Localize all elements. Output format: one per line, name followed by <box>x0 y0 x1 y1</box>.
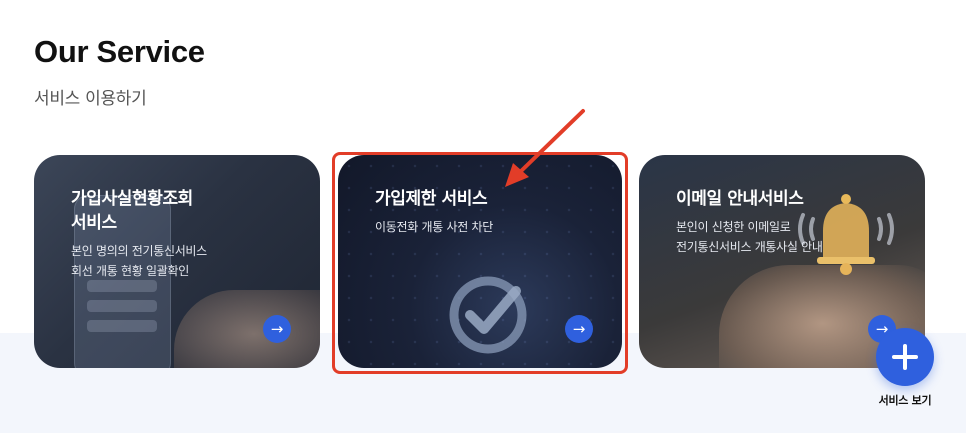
arrow-right-icon[interactable]: → <box>263 315 291 343</box>
card-desc-line: 전기통신서비스 개통사실 안내 <box>676 240 823 254</box>
card-desc-line: 본인 명의의 전기통신서비스 <box>71 244 207 258</box>
fab-label[interactable]: 서비스 보기 <box>866 392 944 408</box>
card-title-line: 이메일 안내서비스 <box>676 189 804 209</box>
service-card-subscription-status[interactable]: 가입사실현황조회 서비스 본인 명의의 전기통신서비스 회선 개통 현황 일괄확… <box>34 155 320 368</box>
phone-row <box>87 280 157 292</box>
card-title: 가입사실현황조회 서비스 <box>71 187 281 235</box>
card-title-line: 가입사실현황조회 <box>71 189 193 209</box>
phone-row <box>87 320 157 332</box>
card-desc-line: 본인이 신청한 이메일로 <box>676 220 791 234</box>
card-description: 본인 명의의 전기통신서비스 회선 개통 현황 일괄확인 <box>71 241 291 281</box>
phone-row <box>87 300 157 312</box>
hand-image <box>174 290 320 368</box>
card-desc-line: 회선 개통 현황 일괄확인 <box>71 264 189 278</box>
annotation-arrow-icon <box>505 109 585 187</box>
card-title: 이메일 안내서비스 <box>676 187 886 211</box>
service-card-email-notice[interactable]: 이메일 안내서비스 본인이 신청한 이메일로 전기통신서비스 개통사실 안내 → <box>639 155 925 368</box>
card-description: 본인이 신청한 이메일로 전기통신서비스 개통사실 안내 <box>676 217 896 257</box>
plus-icon <box>903 344 907 370</box>
page-title: Our Service <box>34 34 205 69</box>
page-subtitle: 서비스 이용하기 <box>34 89 147 109</box>
card-title-line: 서비스 <box>71 213 117 233</box>
service-view-fab[interactable] <box>876 328 934 386</box>
